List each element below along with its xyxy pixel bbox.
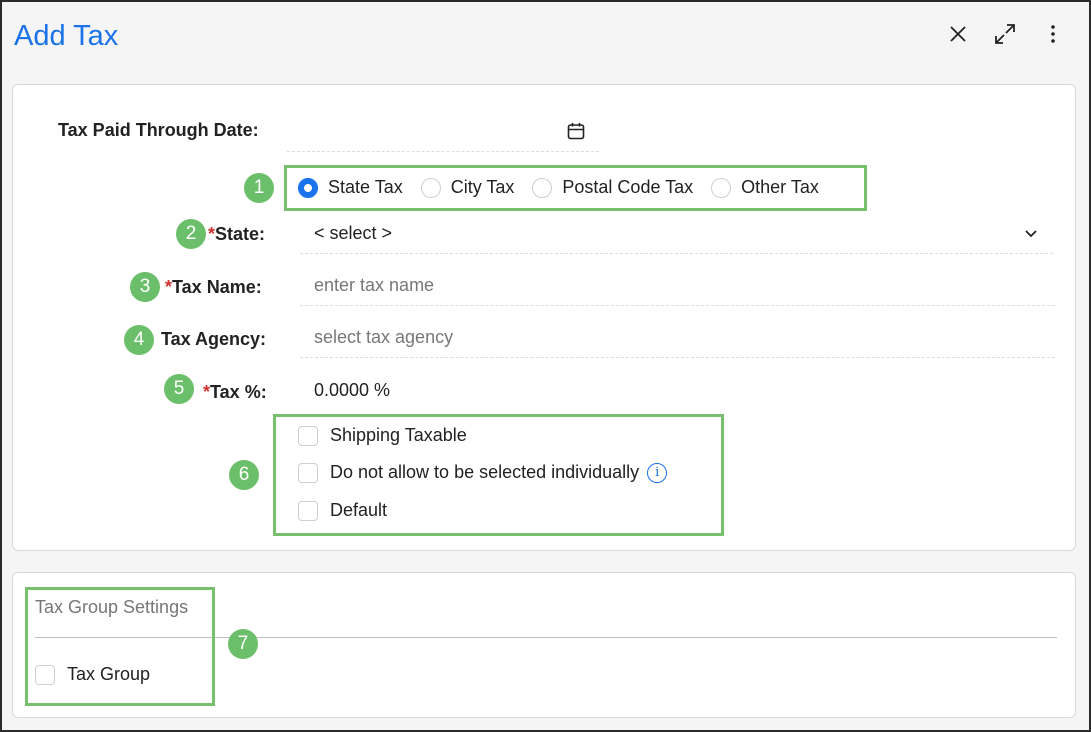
state-select[interactable]: < select >	[300, 214, 1053, 254]
chevron-down-icon[interactable]	[1023, 225, 1039, 241]
tax-agency-label: Tax Agency:	[161, 329, 267, 349]
step-badge-2: 2	[176, 219, 206, 249]
not-individual-checkbox[interactable]: Do not allow to be selected individually…	[298, 462, 668, 483]
step-badge-4: 4	[124, 325, 154, 355]
state-label: *State:	[208, 224, 266, 244]
close-icon	[950, 26, 966, 42]
tax-name-label: *Tax Name:	[165, 277, 262, 297]
radio-other-tax[interactable]: Other Tax	[711, 177, 819, 198]
step-badge-1: 1	[244, 173, 274, 203]
radio-postal-code-tax[interactable]: Postal Code Tax	[532, 177, 693, 198]
dialog-frame: Add Tax Tax Paid Through Date: 1 State T…	[0, 0, 1091, 732]
more-vertical-icon	[1051, 25, 1055, 43]
highlight-tax-group	[25, 587, 215, 706]
expand-icon	[995, 24, 1015, 44]
step-badge-5: 5	[164, 374, 194, 404]
checkbox-box	[298, 500, 318, 521]
tax-group-checkbox[interactable]: Tax Group	[35, 664, 150, 685]
step-badge-7: 7	[228, 629, 258, 659]
checkbox-box	[298, 462, 318, 483]
radio-dot	[711, 177, 732, 198]
checkbox-box	[298, 425, 318, 446]
tax-name-input[interactable]: enter tax name	[300, 266, 1055, 306]
paid-through-label: Tax Paid Through Date:	[58, 120, 259, 140]
tax-type-radio-group: State Tax City Tax Postal Code Tax Other…	[298, 177, 837, 198]
radio-dot	[532, 177, 553, 198]
tax-agency-input[interactable]: select tax agency	[300, 318, 1055, 358]
radio-dot	[420, 177, 441, 198]
close-button[interactable]	[944, 20, 972, 48]
more-button[interactable]	[1039, 20, 1067, 48]
tax-percent-label: *Tax %:	[203, 382, 267, 402]
radio-dot	[298, 177, 318, 198]
radio-state-tax[interactable]: State Tax	[298, 177, 403, 198]
step-badge-3: 3	[130, 272, 160, 302]
step-badge-6: 6	[229, 460, 259, 490]
paid-through-date-input[interactable]	[287, 112, 599, 152]
tax-percent-input[interactable]: 0.0000 %	[300, 370, 600, 410]
expand-button[interactable]	[991, 20, 1019, 48]
dialog-title: Add Tax	[14, 20, 119, 52]
radio-city-tax[interactable]: City Tax	[420, 177, 514, 198]
shipping-taxable-checkbox[interactable]: Shipping Taxable	[298, 425, 467, 446]
info-icon[interactable]: i	[647, 462, 668, 483]
calendar-icon[interactable]	[566, 121, 586, 141]
default-checkbox[interactable]: Default	[298, 500, 387, 521]
checkbox-box	[35, 664, 55, 685]
